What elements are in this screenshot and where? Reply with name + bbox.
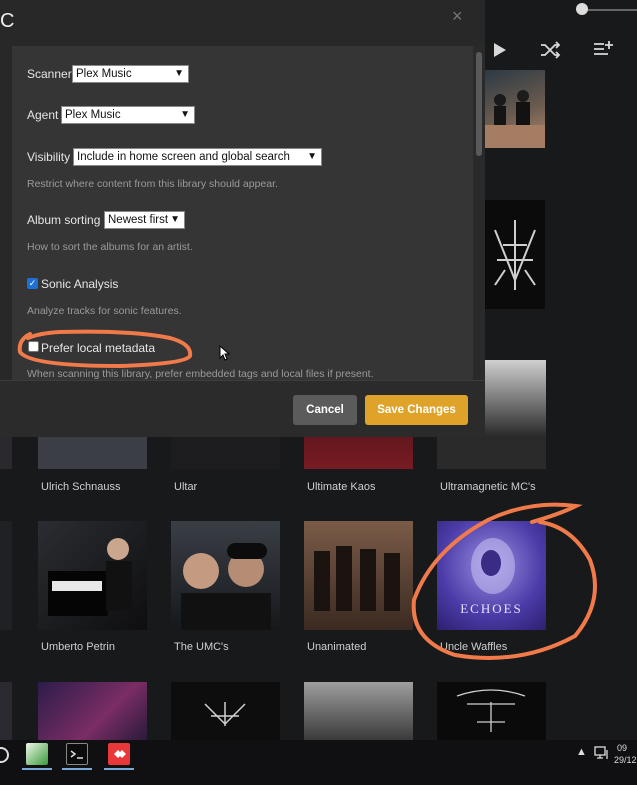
scanner-select[interactable]: Plex Music ▼ bbox=[72, 65, 189, 83]
artist-thumbnail[interactable] bbox=[304, 682, 413, 740]
agent-select-value: Plex Music bbox=[65, 109, 121, 121]
prefer-local-metadata-checkbox[interactable] bbox=[28, 341, 39, 352]
scanner-select-value: Plex Music bbox=[76, 68, 132, 80]
artist-thumbnail[interactable] bbox=[38, 682, 147, 740]
cancel-button[interactable]: Cancel bbox=[293, 395, 357, 425]
album-cover[interactable] bbox=[485, 70, 545, 148]
visibility-select-value: Include in home screen and global search bbox=[77, 151, 290, 163]
album-cover[interactable]: ECHOES bbox=[437, 521, 546, 630]
visibility-select[interactable]: Include in home screen and global search… bbox=[73, 148, 322, 166]
artist-thumbnail[interactable] bbox=[0, 682, 12, 740]
album-sorting-help: How to sort the albums for an artist. bbox=[27, 241, 193, 253]
active-app-indicator bbox=[104, 768, 134, 770]
sonic-analysis-label[interactable]: Sonic Analysis bbox=[41, 277, 118, 291]
prefer-local-metadata-label[interactable]: Prefer local metadata bbox=[41, 341, 155, 355]
album-sorting-label: Album sorting bbox=[27, 213, 101, 227]
chevron-down-icon: ▼ bbox=[307, 151, 317, 162]
artist-name[interactable]: Uncle Waffles bbox=[440, 641, 507, 653]
volume-slider-track[interactable] bbox=[585, 9, 637, 11]
active-app-indicator bbox=[22, 768, 52, 770]
artist-name[interactable]: Ulrich Schnauss bbox=[41, 481, 120, 493]
agent-select[interactable]: Plex Music ▼ bbox=[61, 106, 195, 124]
active-app-indicator bbox=[62, 768, 92, 770]
clock-time[interactable]: 09 bbox=[617, 742, 627, 754]
album-cover[interactable] bbox=[485, 200, 545, 309]
tray-chevron-up-icon[interactable]: ▲ bbox=[576, 746, 587, 758]
dialog-title: C bbox=[0, 10, 15, 32]
album-sorting-select-value: Newest first bbox=[108, 214, 169, 226]
sonic-analysis-help: Analyze tracks for sonic features. bbox=[27, 305, 182, 317]
artist-name[interactable]: Umberto Petrin bbox=[41, 641, 115, 653]
artist-thumbnail[interactable] bbox=[0, 521, 12, 630]
taskbar: ▲ 09 29/12 bbox=[0, 740, 637, 785]
add-to-queue-icon[interactable] bbox=[591, 38, 615, 62]
visibility-help: Restrict where content from this library… bbox=[27, 178, 278, 190]
artist-name[interactable]: The UMC's bbox=[174, 641, 229, 653]
agent-label: Agent bbox=[27, 108, 59, 122]
sonic-analysis-checkbox[interactable]: ✓ bbox=[27, 278, 38, 289]
visibility-label: Visibility bbox=[27, 150, 71, 164]
search-icon[interactable] bbox=[0, 745, 10, 772]
artist-thumbnail[interactable] bbox=[304, 521, 413, 630]
shuffle-icon[interactable] bbox=[538, 38, 562, 62]
dialog-body[interactable]: Scanner Plex Music ▼ Agent Plex Music ▼ … bbox=[12, 46, 485, 380]
mouse-cursor-icon bbox=[219, 345, 231, 361]
artist-thumbnail[interactable] bbox=[437, 682, 546, 740]
artist-name[interactable]: Unanimated bbox=[307, 641, 366, 653]
network-icon[interactable] bbox=[594, 746, 610, 765]
artist-name[interactable]: Ultimate Kaos bbox=[307, 481, 375, 493]
chevron-down-icon: ▼ bbox=[170, 214, 180, 225]
artist-thumbnail[interactable] bbox=[171, 682, 280, 740]
prefer-local-metadata-help: When scanning this library, prefer embed… bbox=[27, 368, 374, 380]
volume-slider-handle[interactable] bbox=[576, 3, 588, 15]
dialog-footer: Cancel Save Changes bbox=[0, 380, 485, 437]
artist-name[interactable]: Ultar bbox=[174, 481, 197, 493]
notepad-app-icon[interactable] bbox=[26, 743, 48, 765]
library-settings-dialog: C × Scanner Plex Music ▼ Agent Plex Musi… bbox=[0, 0, 485, 437]
artist-name[interactable]: Ultramagnetic MC's bbox=[440, 481, 536, 493]
save-changes-button[interactable]: Save Changes bbox=[365, 395, 468, 425]
chevron-down-icon: ▼ bbox=[174, 68, 184, 79]
dialog-header: C × bbox=[0, 0, 485, 46]
scanner-label: Scanner bbox=[27, 67, 72, 81]
chevron-down-icon: ▼ bbox=[180, 109, 190, 120]
artist-thumbnail[interactable] bbox=[38, 521, 147, 630]
anydesk-app-icon[interactable] bbox=[108, 743, 130, 765]
play-icon[interactable] bbox=[487, 38, 511, 62]
album-cover-text: ECHOES bbox=[460, 601, 523, 616]
dialog-scrollbar-thumb[interactable] bbox=[476, 52, 482, 156]
artist-thumbnail[interactable] bbox=[171, 521, 280, 630]
terminal-app-icon[interactable] bbox=[66, 743, 88, 765]
clock-date[interactable]: 29/12 bbox=[614, 754, 637, 766]
album-sorting-select[interactable]: Newest first ▼ bbox=[104, 211, 185, 229]
close-icon[interactable]: × bbox=[452, 6, 463, 27]
